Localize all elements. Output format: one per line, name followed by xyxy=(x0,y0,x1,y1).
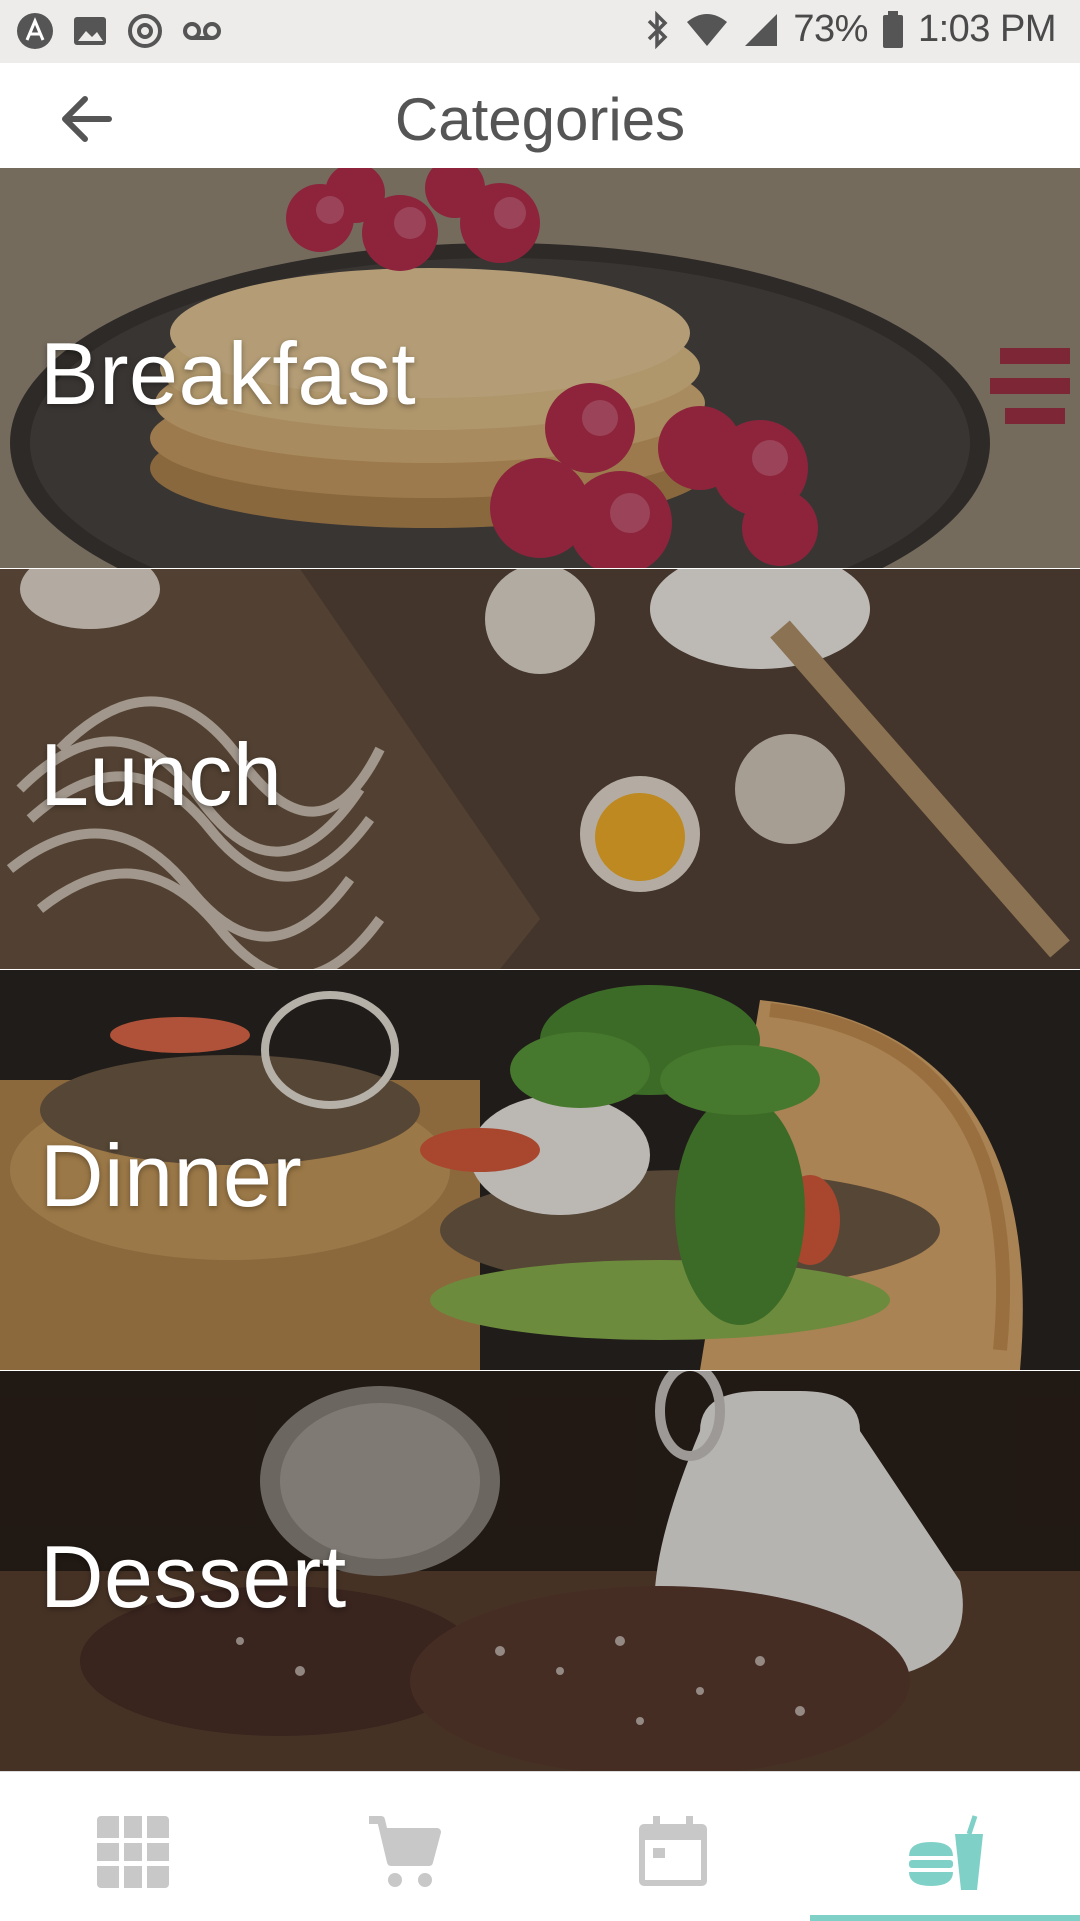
category-lunch[interactable]: Lunch xyxy=(0,569,1080,969)
bottom-nav xyxy=(0,1771,1080,1921)
category-breakfast[interactable]: Breakfast xyxy=(0,168,1080,568)
category-label: Dessert xyxy=(40,1527,347,1626)
category-label: Dinner xyxy=(40,1126,303,1225)
category-label: Lunch xyxy=(40,725,283,824)
status-left-icons xyxy=(16,12,222,50)
app-icon xyxy=(17,13,53,49)
image-icon xyxy=(74,17,106,45)
calendar-icon xyxy=(639,1816,707,1886)
cart-icon xyxy=(369,1816,441,1887)
category-list: Breakfast Lunch Dinner Dessert xyxy=(0,168,1080,1771)
app-bar: Categories xyxy=(0,63,1080,169)
grid-icon xyxy=(97,1816,169,1888)
voicemail-icon xyxy=(183,22,221,40)
wifi-icon xyxy=(687,13,728,46)
active-tab-indicator xyxy=(810,1915,1080,1921)
category-dessert[interactable]: Dessert xyxy=(0,1371,1080,1771)
sync-icon xyxy=(128,14,162,48)
bluetooth-icon xyxy=(648,10,668,49)
nav-grid[interactable] xyxy=(0,1772,270,1921)
page-title: Categories xyxy=(394,86,686,153)
status-right: 73% 1:03 PM xyxy=(645,8,1057,51)
signal-icon xyxy=(745,13,778,46)
status-bar: 73% 1:03 PM xyxy=(0,0,1080,63)
nav-calendar[interactable] xyxy=(540,1772,810,1921)
category-label: Breakfast xyxy=(40,324,417,423)
nav-meals[interactable] xyxy=(810,1772,1080,1921)
clock: 1:03 PM xyxy=(917,8,1057,50)
battery-icon xyxy=(882,10,903,48)
category-dinner[interactable]: Dinner xyxy=(0,970,1080,1370)
battery-percent: 73% xyxy=(793,8,868,50)
nav-cart[interactable] xyxy=(270,1772,540,1921)
meal-icon xyxy=(909,1815,983,1890)
